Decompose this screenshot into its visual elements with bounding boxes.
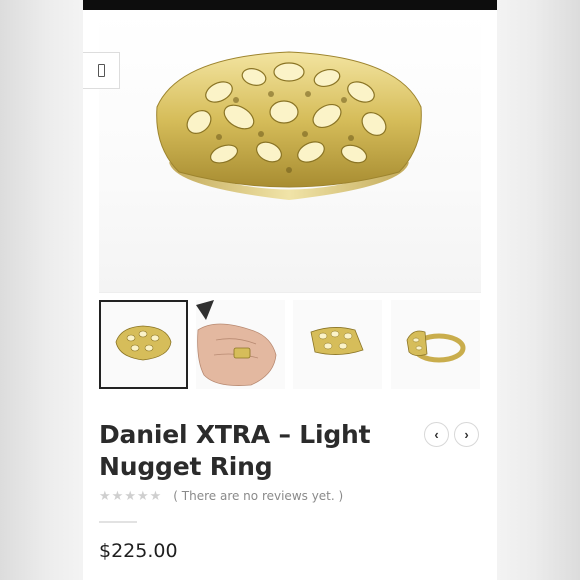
star-icon: ★ — [149, 488, 162, 503]
zoom-icon — [97, 64, 105, 77]
star-icon: ★ — [111, 488, 124, 503]
top-bar — [83, 0, 497, 10]
thumbnail-ring-on-hand[interactable] — [196, 300, 285, 389]
ring-front-thumb — [115, 325, 172, 361]
thumbnail-ring-side[interactable] — [391, 300, 480, 389]
chevron-right-icon: › — [464, 427, 469, 442]
ring-angle-thumb — [310, 327, 364, 355]
product-title: Daniel XTRA – Light Nugget Ring — [99, 420, 371, 481]
star-rating: ★ ★ ★ ★ ★ — [99, 488, 161, 504]
thumbnail-ring-angle[interactable] — [293, 300, 382, 389]
star-icon: ★ — [136, 488, 149, 503]
product-rating: ★ ★ ★ ★ ★ ( There are no reviews yet. ) — [99, 488, 343, 504]
divider — [99, 521, 137, 523]
ring-on-hand-thumb — [196, 300, 285, 389]
chevron-left-icon: ‹ — [434, 427, 439, 442]
thumbnail-strip — [99, 300, 481, 390]
ring-side-thumb — [406, 330, 466, 363]
previous-product-button[interactable]: ‹ — [424, 422, 449, 447]
ring-image — [156, 51, 422, 200]
main-product-image[interactable] — [99, 12, 481, 293]
product-price: $225.00 — [99, 540, 178, 562]
reviews-link[interactable]: ( There are no reviews yet. ) — [173, 489, 343, 503]
star-icon: ★ — [124, 488, 136, 503]
star-icon: ★ — [99, 488, 111, 503]
thumbnail-ring-front[interactable] — [99, 300, 188, 389]
product-page: Daniel XTRA – Light Nugget Ring ‹ › ★ ★ … — [83, 0, 497, 580]
zoom-button[interactable] — [83, 52, 120, 89]
next-product-button[interactable]: › — [454, 422, 479, 447]
